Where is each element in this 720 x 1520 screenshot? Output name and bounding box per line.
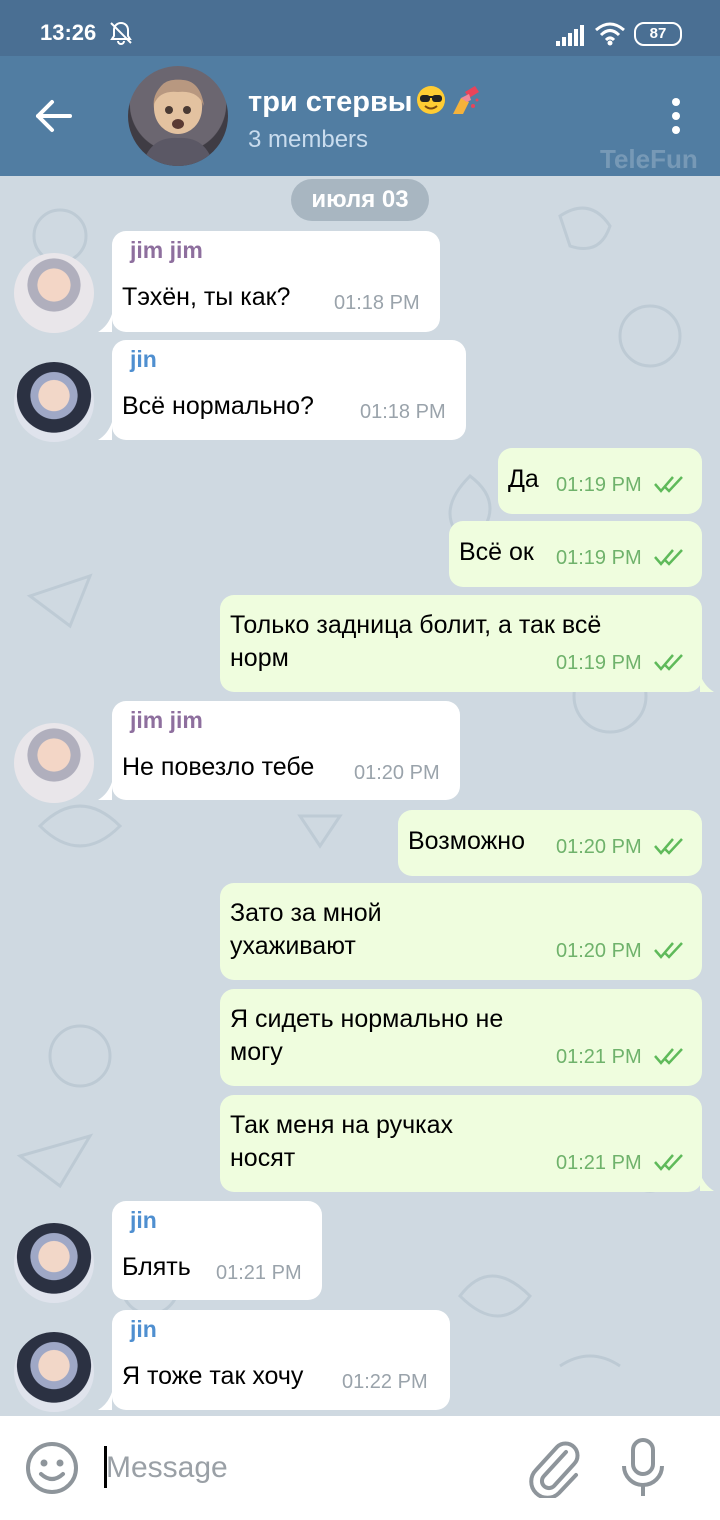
message-text: Не повезло тебе [122,753,315,781]
message-bubble-outgoing[interactable]: Зато за мной ухаживают 01:20 PM [220,883,702,980]
read-checkmark-icon [654,549,683,566]
message-text-line-1: Зато за мной [230,899,382,927]
bell-muted-icon [110,21,132,45]
emoji-icon[interactable] [24,1440,80,1496]
message-time: 01:20 PM [556,940,642,962]
avatar-jin[interactable] [14,1332,94,1412]
read-checkmark-icon [654,654,683,671]
read-checkmark-icon [654,476,683,493]
message-text: Возможно [408,827,526,855]
message-time: 01:19 PM [556,547,642,569]
mic-icon[interactable] [618,1436,668,1500]
message-sender: jin [130,1207,157,1233]
message-text-line-1: Так меня на ручках [230,1111,454,1139]
message-bubble-incoming[interactable]: jim jim Не повезло тебе 01:20 PM [112,701,460,800]
message-text-line-2: норм [230,644,289,672]
chat-title[interactable]: три стервы [248,84,481,119]
back-arrow-icon[interactable] [30,94,78,138]
message-time: 01:18 PM [360,401,446,423]
message-time: 01:20 PM [354,762,440,784]
status-bar: 13:26 87 [0,0,720,56]
message-sender: jin [130,346,157,372]
nail-polish-emoji [452,86,479,114]
more-vert-icon[interactable] [662,96,690,136]
bubble-tail [700,674,714,692]
bubble-tail [700,1173,714,1191]
message-time: 01:21 PM [556,1152,642,1174]
message-time: 01:19 PM [556,474,642,496]
avatar-jim-jim[interactable] [14,253,94,333]
message-bubble-outgoing[interactable]: Так меня на ручках носят 01:21 PM [220,1095,702,1192]
status-time: 13:26 [40,20,97,45]
message-bubble-incoming[interactable]: jin Блять 01:21 PM [112,1201,322,1300]
avatar-jin[interactable] [14,1223,94,1303]
avatar-jim-jim[interactable] [14,723,94,803]
message-composer [0,1416,720,1520]
message-time: 01:19 PM [556,652,642,674]
message-text: Блять [122,1253,191,1281]
signal-icon [556,25,584,46]
read-checkmark-icon [654,942,683,959]
sunglasses-emoji [416,86,445,114]
message-text: Тэхён, ты как? [122,283,291,311]
message-text-line-1: Только задница болит, а так всё [230,611,602,639]
read-checkmark-icon [654,838,683,855]
message-text-line-2: ухаживают [230,932,356,960]
avatar-jin[interactable] [14,362,94,442]
message-bubble-outgoing[interactable]: Только задница болит, а так всё норм 01:… [220,595,702,692]
chat-header: три стервы 3 members TeleFun [0,56,720,176]
message-sender: jim jim [130,237,203,263]
message-bubble-incoming[interactable]: jim jim Тэхён, ты как? 01:18 PM [112,231,440,332]
message-text-line-1: Я сидеть нормально не [230,1005,504,1033]
date-divider: июля 03 [291,179,429,221]
bubble-tail [98,422,112,440]
message-bubble-incoming[interactable]: jin Я тоже так хочу 01:22 PM [112,1310,450,1410]
message-time: 01:20 PM [556,836,642,858]
watermark: TeleFun [600,144,698,174]
group-avatar[interactable] [128,66,228,166]
bubble-tail [98,1392,112,1410]
message-bubble-outgoing[interactable]: Возможно 01:20 PM [398,810,702,876]
bubble-tail [98,782,112,800]
chat-members-count: 3 members [248,126,369,153]
battery-icon: 87 [634,22,682,46]
read-checkmark-icon [654,1048,683,1065]
message-time: 01:21 PM [556,1046,642,1068]
message-sender: jin [130,1316,157,1342]
message-text: Да [508,465,539,493]
message-time: 01:22 PM [342,1371,428,1393]
read-checkmark-icon [654,1154,683,1171]
message-input[interactable] [106,1446,506,1490]
wifi-icon [595,22,625,46]
chat-title-text: три стервы [248,86,413,118]
message-bubble-outgoing[interactable]: Всё ок 01:19 PM [449,521,702,587]
message-bubble-outgoing[interactable]: Да 01:19 PM [498,448,702,514]
attach-icon[interactable] [526,1438,582,1498]
message-time: 01:18 PM [334,292,420,314]
message-text: Я тоже так хочу [122,1362,304,1390]
message-text-line-2: могу [230,1038,283,1066]
message-bubble-incoming[interactable]: jin Всё нормально? 01:18 PM [112,340,466,440]
message-text: Всё нормально? [122,392,314,420]
message-time: 01:21 PM [216,1262,302,1284]
bubble-tail [98,314,112,332]
message-text: Всё ок [459,538,534,566]
message-sender: jim jim [130,707,203,733]
message-bubble-outgoing[interactable]: Я сидеть нормально не могу 01:21 PM [220,989,702,1086]
message-text-line-2: носят [230,1144,296,1172]
